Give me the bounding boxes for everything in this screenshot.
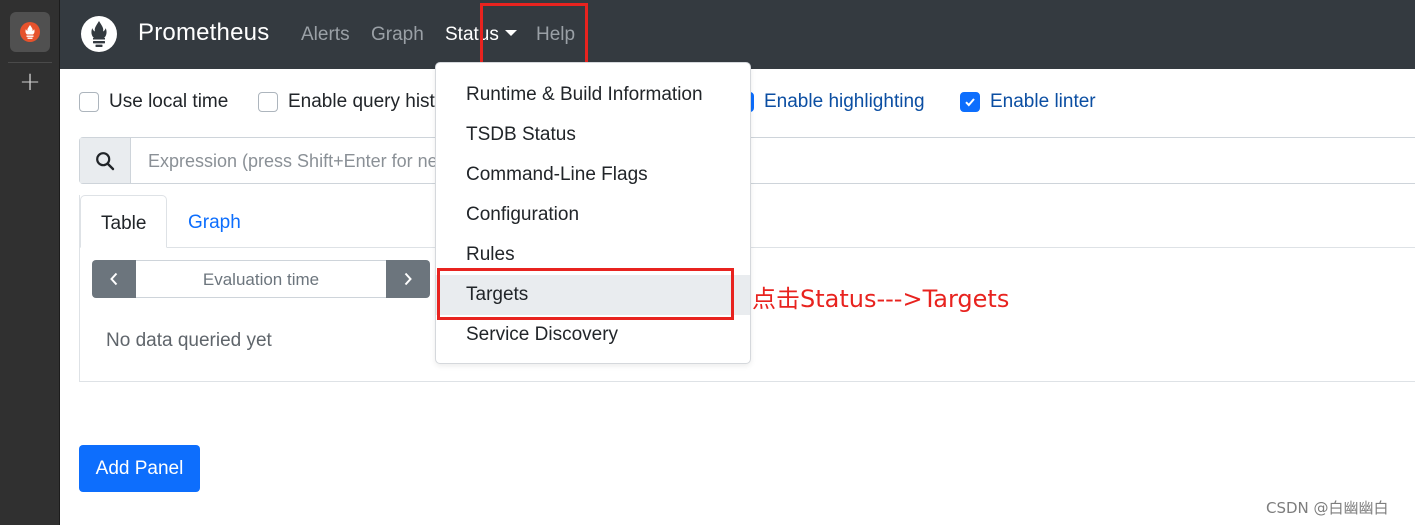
enable-highlighting-label: Enable highlighting — [764, 91, 925, 112]
plus-icon[interactable]: + — [16, 68, 44, 96]
use-local-time-label: Use local time — [109, 91, 229, 112]
enable-linter-option[interactable]: Enable linter — [960, 91, 1096, 113]
menu-item-configuration[interactable]: Configuration — [436, 195, 750, 235]
menu-item-tsdb-status[interactable]: TSDB Status — [436, 115, 750, 155]
chevron-left-icon — [110, 272, 118, 286]
prometheus-logo-icon — [20, 22, 40, 42]
nav-graph[interactable]: Graph — [371, 24, 424, 46]
chevron-right-icon — [404, 272, 412, 286]
use-local-time-checkbox[interactable] — [79, 92, 99, 112]
annotation-text: 点击Status--->Targets — [752, 285, 1010, 313]
no-data-message: No data queried yet — [106, 330, 272, 351]
enable-highlighting-option[interactable]: Enable highlighting — [734, 91, 925, 113]
prometheus-logo-icon[interactable] — [80, 15, 118, 53]
add-panel-button[interactable]: Add Panel — [79, 445, 200, 492]
next-time-button[interactable] — [386, 260, 430, 298]
enable-query-history-option[interactable]: Enable query history — [258, 91, 461, 113]
previous-time-button[interactable] — [92, 260, 136, 298]
menu-item-command-line-flags[interactable]: Command-Line Flags — [436, 155, 750, 195]
search-icon — [96, 151, 115, 170]
use-local-time-option[interactable]: Use local time — [79, 91, 228, 113]
menu-item-runtime-build-info[interactable]: Runtime & Build Information — [436, 75, 750, 115]
enable-query-history-checkbox[interactable] — [258, 92, 278, 112]
targets-highlight-box — [437, 268, 734, 320]
top-navbar: Prometheus Alerts Graph Status Help — [60, 0, 1415, 69]
search-addon — [80, 138, 131, 183]
enable-linter-checkbox[interactable] — [960, 92, 980, 112]
nav-alerts[interactable]: Alerts — [301, 24, 350, 46]
enable-linter-label: Enable linter — [990, 91, 1096, 112]
prometheus-app-icon[interactable] — [10, 12, 50, 52]
check-icon — [965, 98, 975, 107]
brand-title[interactable]: Prometheus — [138, 19, 269, 47]
rail-divider — [8, 62, 52, 63]
left-rail: + — [0, 0, 60, 525]
tab-table[interactable]: Table — [80, 195, 167, 248]
watermark: CSDN @白幽幽白 — [1266, 499, 1389, 517]
menu-item-service-discovery[interactable]: Service Discovery — [436, 315, 750, 355]
evaluation-time-input[interactable]: Evaluation time — [136, 260, 386, 298]
tab-graph[interactable]: Graph — [168, 195, 261, 248]
status-highlight-box — [480, 3, 588, 69]
evaluation-time-group: Evaluation time — [92, 260, 430, 298]
